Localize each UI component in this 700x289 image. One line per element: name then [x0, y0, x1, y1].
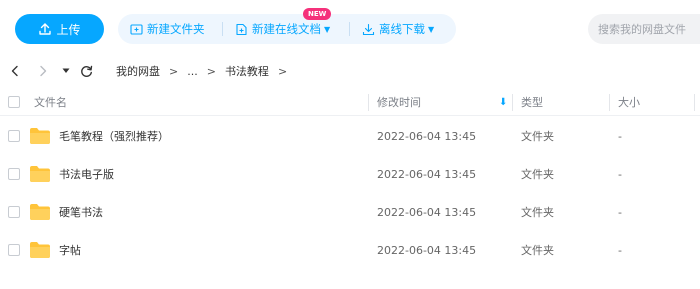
file-type: 文件夹 [521, 206, 554, 219]
upload-label: 上传 [56, 22, 81, 37]
row-checkbox[interactable] [8, 168, 20, 180]
chevron-left-icon [11, 65, 18, 77]
download-icon [362, 23, 375, 35]
chevron-down-icon: ▼ [324, 24, 331, 34]
column-divider [368, 94, 369, 111]
new-doc-icon [236, 23, 247, 35]
new-folder-button[interactable]: 新建文件夹 [118, 14, 222, 44]
back-button[interactable] [8, 64, 22, 78]
file-name[interactable]: 字帖 [59, 231, 81, 269]
file-name[interactable]: 硬笔书法 [59, 193, 103, 231]
modified-time: 2022-06-04 13:45 [377, 243, 477, 257]
new-online-doc-button[interactable]: 新建在线文档 ▼ NEW [223, 8, 349, 44]
toolbar: 上传 新建文件夹 新建在线文档 ▼ NEW 离线下载 ▼ 搜索我的网盘文件 [0, 0, 700, 58]
column-header-type[interactable]: 类型 [521, 89, 543, 115]
file-size: - [618, 243, 622, 257]
refresh-icon [80, 65, 92, 77]
file-name[interactable]: 毛笔教程（强烈推荐） [59, 117, 169, 155]
row-checkbox[interactable] [8, 206, 20, 218]
modified-time: 2022-06-04 13:45 [377, 129, 477, 143]
history-dropdown[interactable] [60, 64, 72, 78]
table-row[interactable]: 书法电子版 2022-06-04 13:45 文件夹 - [0, 155, 700, 193]
file-table-header: 文件名 修改时间 ⬇ 类型 大小 [0, 89, 700, 116]
file-type: 文件夹 [521, 130, 554, 143]
table-row[interactable]: 毛笔教程（强烈推荐） 2022-06-04 13:45 文件夹 - [0, 117, 700, 155]
table-row[interactable]: 硬笔书法 2022-06-04 13:45 文件夹 - [0, 193, 700, 231]
row-checkbox[interactable] [8, 130, 20, 142]
chevron-right-icon [40, 65, 47, 77]
new-folder-label: 新建文件夹 [147, 22, 205, 36]
file-type: 文件夹 [521, 244, 554, 257]
select-all-checkbox[interactable] [8, 96, 20, 108]
new-folder-icon [130, 23, 143, 35]
modified-time: 2022-06-04 13:45 [377, 167, 477, 181]
column-header-modified[interactable]: 修改时间 [377, 89, 421, 115]
breadcrumb-item-ellipsis[interactable]: ... [187, 65, 198, 78]
file-name[interactable]: 书法电子版 [59, 155, 114, 193]
navigation-bar: 我的网盘 > ... > 书法教程 > [0, 58, 700, 84]
offline-download-button[interactable]: 离线下载 ▼ [350, 14, 455, 44]
sort-desc-icon[interactable]: ⬇ [499, 89, 507, 115]
upload-button[interactable]: 上传 [15, 14, 104, 44]
upload-icon [39, 23, 52, 35]
folder-icon [30, 242, 50, 258]
row-checkbox[interactable] [8, 244, 20, 256]
new-online-doc-label: 新建在线文档 [252, 22, 321, 36]
breadcrumb-separator: > [169, 64, 179, 78]
breadcrumb-item-my-drive[interactable]: 我的网盘 [116, 63, 160, 79]
new-badge: NEW [303, 8, 332, 20]
file-size: - [618, 205, 622, 219]
breadcrumb-separator: > [206, 64, 216, 78]
breadcrumb-separator: > [277, 64, 288, 78]
column-divider [512, 94, 513, 111]
forward-button[interactable] [36, 64, 50, 78]
column-divider [694, 94, 695, 111]
chevron-down-icon: ▼ [428, 24, 435, 34]
column-header-name[interactable]: 文件名 [34, 89, 67, 115]
folder-icon [30, 128, 50, 144]
table-row[interactable]: 字帖 2022-06-04 13:45 文件夹 - [0, 231, 700, 269]
action-group: 新建文件夹 新建在线文档 ▼ NEW 离线下载 ▼ [118, 8, 456, 44]
breadcrumb-item-current: 书法教程 [224, 65, 269, 78]
offline-download-label: 离线下载 [379, 22, 425, 36]
modified-time: 2022-06-04 13:45 [377, 205, 477, 219]
search-input[interactable] [588, 14, 700, 44]
column-header-size[interactable]: 大小 [618, 89, 640, 115]
folder-icon [30, 166, 50, 182]
refresh-button[interactable] [78, 63, 94, 79]
caret-down-icon [62, 68, 70, 73]
column-divider [609, 94, 610, 111]
file-size: - [618, 129, 622, 143]
folder-icon [30, 204, 50, 220]
file-type: 文件夹 [521, 168, 554, 181]
file-size: - [618, 167, 622, 181]
breadcrumb: 我的网盘 > ... > 书法教程 > [116, 58, 296, 84]
